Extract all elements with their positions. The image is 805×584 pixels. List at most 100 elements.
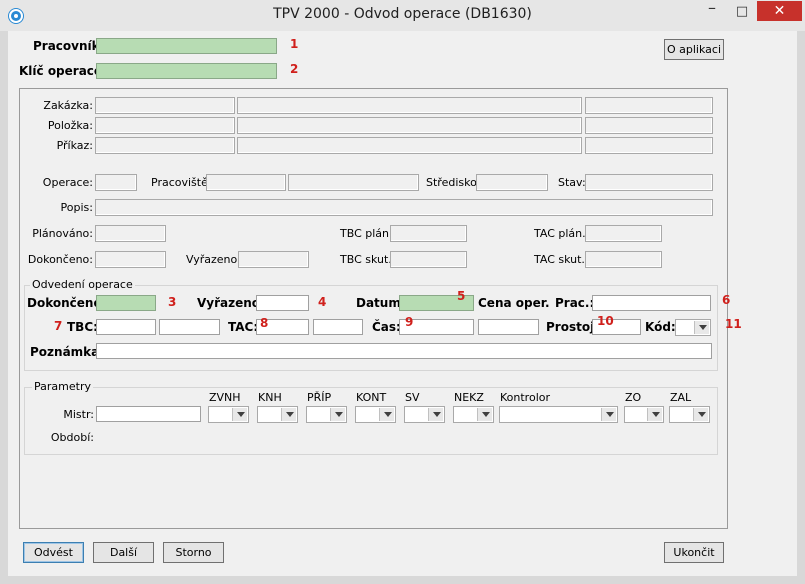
odvedeni-legend: Odvedení operace [30,278,135,291]
dokonceno-info-label: Dokončeno: [27,253,93,266]
poznamka-label: Poznámka: [30,345,105,359]
popis-field [95,199,713,216]
tac-field-2[interactable] [313,319,363,335]
kont-select[interactable] [355,406,396,423]
operace-field [95,174,137,191]
about-button[interactable]: O aplikaci [664,39,724,60]
col-sv: SV [405,391,420,404]
tbc-skut-label: TBC skut.: [340,253,396,266]
nekz-select[interactable] [453,406,494,423]
tbc-plan-field [390,225,467,242]
dokonceno-info-field [95,251,166,268]
tbc-skut-field [390,251,467,268]
marker-1: 1 [290,37,299,51]
stredisko-label: Středisko: [426,176,481,189]
prip-select[interactable] [306,406,347,423]
marker-2: 2 [290,62,299,76]
polozka-field-1 [95,117,235,134]
ukoncit-button[interactable]: Ukončit [664,542,724,563]
chevron-down-icon[interactable] [477,408,492,421]
obdobi-label: Období: [50,431,94,444]
close-button[interactable]: ✕ [757,1,802,21]
stav-field [585,174,713,191]
odvest-button[interactable]: Odvést [23,542,84,563]
cas-label: Čas: [372,320,401,334]
sv-select[interactable] [404,406,445,423]
col-prip: PŘÍP [307,391,332,404]
col-knh: KNH [258,391,282,404]
chevron-down-icon[interactable] [281,408,296,421]
chevron-down-icon[interactable] [694,321,709,334]
zakazka-field-1 [95,97,235,114]
marker-8: 8 [260,316,269,330]
chevron-down-icon[interactable] [379,408,394,421]
marker-9: 9 [405,315,414,329]
chevron-down-icon[interactable] [647,408,662,421]
prikaz-field-1 [95,137,235,154]
tac-plan-label: TAC plán.: [534,227,590,240]
operace-label: Operace: [42,176,93,189]
tbc-plan-label: TBC plán.: [340,227,397,240]
storno-button[interactable]: Storno [163,542,224,563]
tac-plan-field [585,225,662,242]
marker-10: 10 [597,314,614,328]
planovano-field [95,225,166,242]
poznamka-field[interactable] [96,343,712,359]
pracoviste-field-1 [206,174,286,191]
marker-7: 7 [54,319,63,333]
col-nekz: NEKZ [454,391,484,404]
kod-select[interactable] [675,319,711,336]
polozka-field-3 [585,117,713,134]
zo-select[interactable] [624,406,664,423]
polozka-field-2 [237,117,582,134]
chevron-down-icon[interactable] [330,408,345,421]
marker-5: 5 [457,289,466,303]
zal-select[interactable] [669,406,710,423]
klic-operace-label: Klíč operace: [19,64,107,78]
prac-label: Prac.: [555,296,595,310]
pracovnik-label: Pracovník: [33,39,105,53]
cas-field-2[interactable] [478,319,539,335]
zakazka-field-3 [585,97,713,114]
mistr-label: Mistr: [63,408,94,421]
kontrolor-select[interactable] [499,406,618,423]
zvnh-select[interactable] [208,406,249,423]
stav-label: Stav: [558,176,586,189]
dalsi-button[interactable]: Další [93,542,154,563]
popis-label: Popis: [60,201,93,214]
tac-label: TAC: [228,320,259,334]
marker-6: 6 [722,293,731,307]
window-title: TPV 2000 - Odvod operace (DB1630) [273,6,532,22]
knh-select[interactable] [257,406,298,423]
zakazka-field-2 [237,97,582,114]
col-kontrolor: Kontrolor [500,391,550,404]
tbc-label: TBC: [67,320,98,334]
minimize-button[interactable]: – [697,0,727,22]
vyrazeno-field[interactable] [256,295,309,311]
prikaz-label: Příkaz: [56,139,93,152]
parametry-legend: Parametry [32,380,93,393]
dokonceno-field[interactable] [96,295,156,311]
col-zal: ZAL [670,391,692,404]
prac-field[interactable] [592,295,711,311]
chevron-down-icon[interactable] [601,408,616,421]
dokonceno-label: Dokončeno: [27,296,107,310]
tbc-field-2[interactable] [159,319,220,335]
vyrazeno-info-field [238,251,309,268]
prikaz-field-3 [585,137,713,154]
vyrazeno-info-label: Vyřazeno: [186,253,241,266]
maximize-button[interactable]: □ [727,1,757,22]
chevron-down-icon[interactable] [693,408,708,421]
chevron-down-icon[interactable] [232,408,247,421]
cena-oper-label: Cena oper. [478,296,550,310]
planovano-label: Plánováno: [32,227,93,240]
klic-operace-field[interactable] [96,63,277,79]
col-zo: ZO [625,391,642,404]
col-kont: KONT [356,391,387,404]
chevron-down-icon[interactable] [428,408,443,421]
mistr-field[interactable] [96,406,201,422]
pracovnik-field[interactable] [96,38,277,54]
tac-skut-label: TAC skut.: [534,253,589,266]
tbc-field-1[interactable] [96,319,156,335]
tac-skut-field [585,251,662,268]
